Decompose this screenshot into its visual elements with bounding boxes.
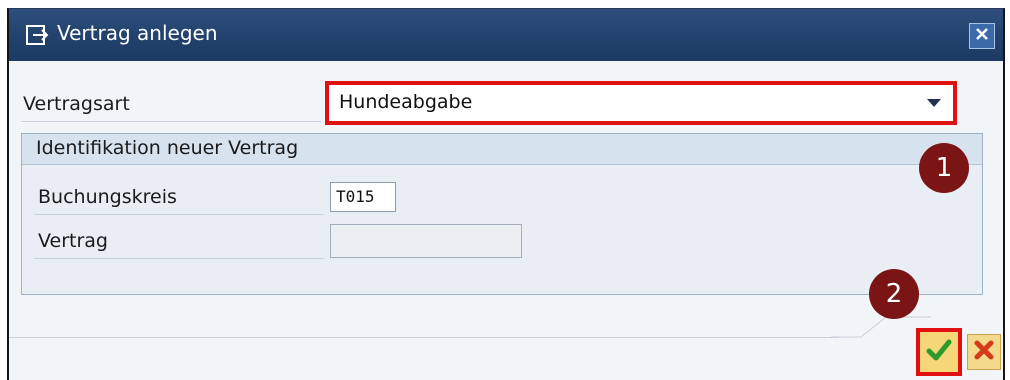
create-document-icon — [25, 23, 49, 47]
chevron-down-icon[interactable] — [927, 99, 941, 107]
row-divider — [34, 258, 324, 259]
cancel-button[interactable] — [967, 334, 1001, 370]
checkmark-icon — [926, 338, 952, 366]
group-title: Identifikation neuer Vertrag — [36, 137, 299, 159]
toolbar-divider — [9, 337, 839, 338]
dialog-window: Vertrag anlegen Vertragsart Hundeabgabe … — [7, 8, 1005, 380]
vertragsart-value: Hundeabgabe — [339, 91, 473, 113]
identification-group: Identifikation neuer Vertrag Buchungskre… — [21, 133, 983, 295]
dialog-title: Vertrag anlegen — [57, 21, 218, 45]
dialog-titlebar: Vertrag anlegen — [9, 9, 1003, 61]
row-divider — [21, 121, 321, 122]
vertragsart-select[interactable]: Hundeabgabe — [325, 81, 957, 125]
cancel-x-icon — [973, 339, 995, 365]
vertrag-input[interactable] — [330, 224, 522, 258]
confirm-button-highlight — [916, 328, 962, 376]
annotation-badge-2: 2 — [869, 269, 919, 319]
vertragsart-label: Vertragsart — [23, 93, 130, 115]
buchungskreis-label: Buchungskreis — [38, 186, 177, 208]
row-divider — [34, 214, 324, 215]
annotation-badge-1: 1 — [919, 143, 969, 193]
group-header: Identifikation neuer Vertrag — [22, 134, 982, 165]
vertrag-label: Vertrag — [38, 230, 108, 252]
dialog-body: Vertragsart Hundeabgabe Identifikation n… — [9, 61, 1003, 380]
close-icon — [974, 26, 990, 46]
close-button[interactable] — [969, 23, 995, 49]
confirm-button[interactable] — [923, 335, 955, 369]
buchungskreis-input[interactable]: T015 — [330, 182, 396, 212]
